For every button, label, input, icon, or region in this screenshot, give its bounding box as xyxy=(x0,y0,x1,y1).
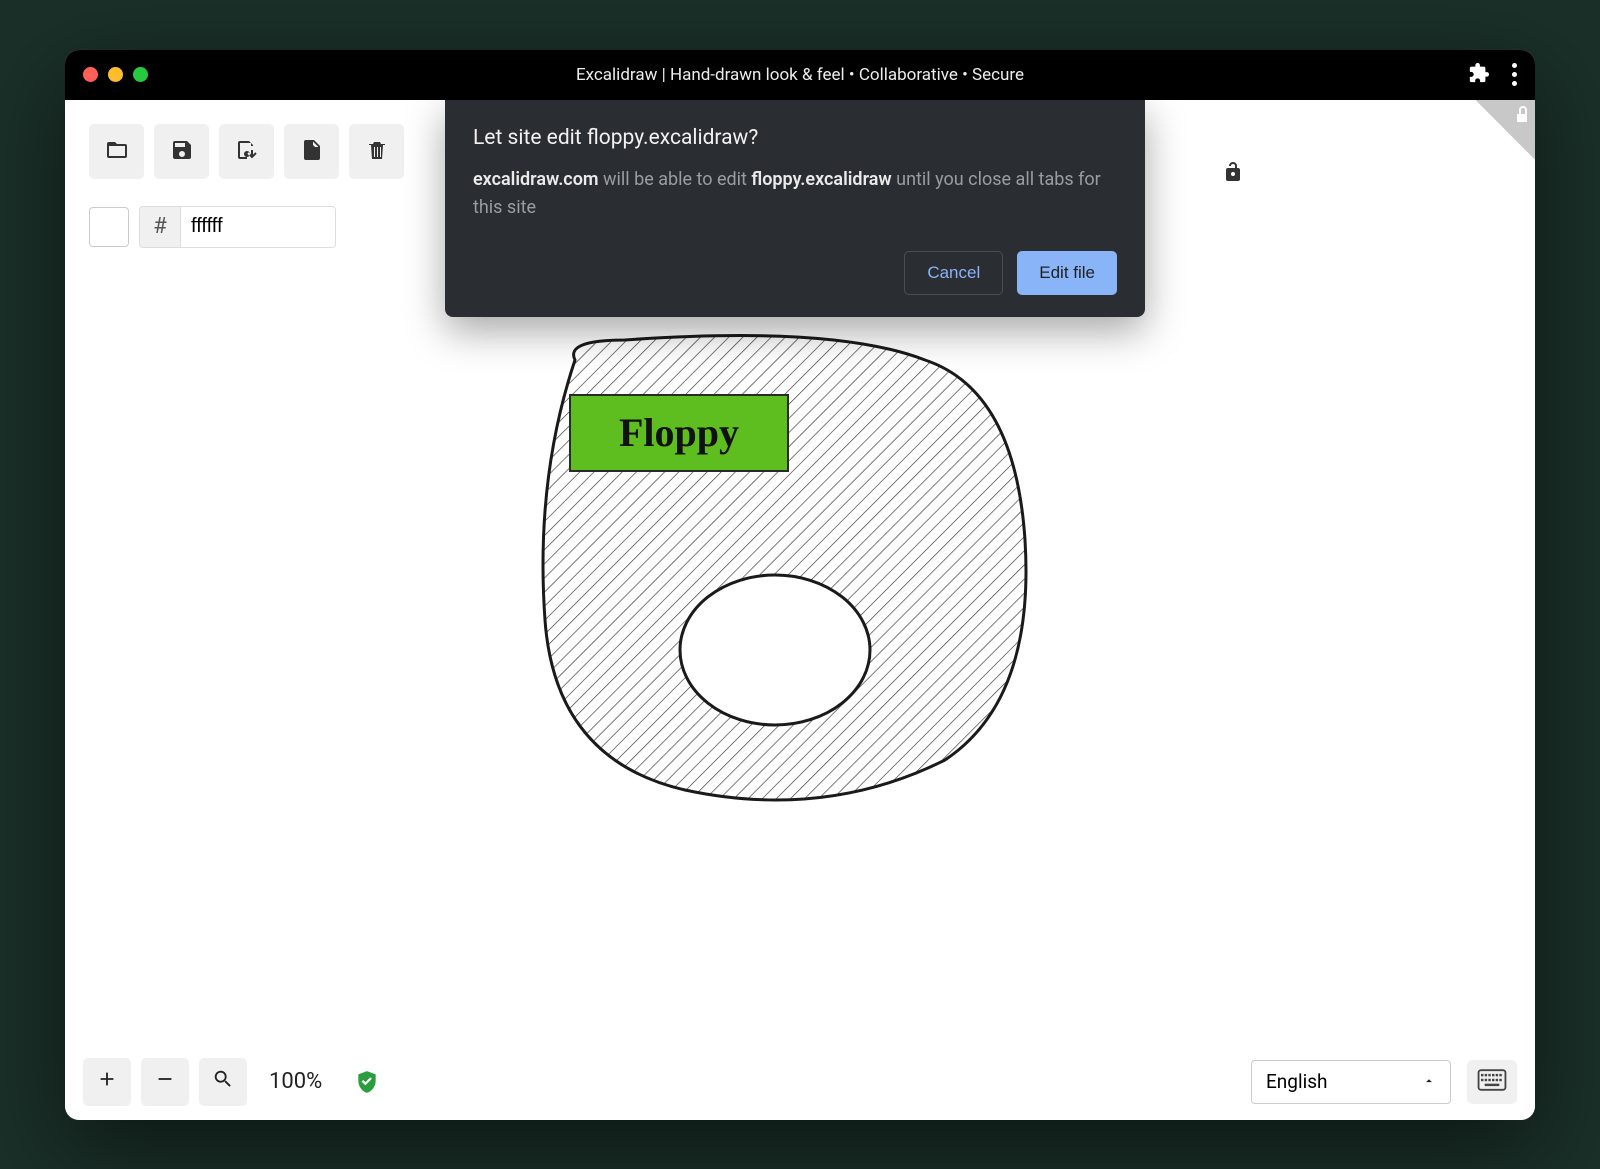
bottom-bar: 100% English xyxy=(83,1058,1517,1106)
trash-icon xyxy=(365,138,389,165)
cancel-button[interactable]: Cancel xyxy=(904,251,1003,295)
export-icon xyxy=(300,138,324,165)
edit-file-button[interactable]: Edit file xyxy=(1017,251,1117,295)
extensions-icon[interactable] xyxy=(1468,62,1490,88)
dialog-text: excalidraw.com will be able to edit flop… xyxy=(473,166,1117,224)
color-swatch[interactable] xyxy=(89,207,129,247)
canvas-drawing[interactable]: Floppy xyxy=(505,320,1065,820)
minus-icon xyxy=(154,1066,176,1097)
dialog-title: Let site edit floppy.excalidraw? xyxy=(473,126,1117,150)
zoom-out-button[interactable] xyxy=(141,1058,189,1106)
floppy-label: Floppy xyxy=(569,394,789,472)
language-select[interactable]: English xyxy=(1251,1060,1451,1104)
unlock-icon[interactable] xyxy=(1221,160,1245,188)
titlebar: Excalidraw | Hand-drawn look & feel • Co… xyxy=(65,50,1535,100)
save-as-button[interactable] xyxy=(219,124,274,179)
dialog-site: excalidraw.com xyxy=(473,169,599,190)
color-hex-input[interactable] xyxy=(181,206,336,248)
maximize-window-button[interactable] xyxy=(133,67,148,82)
hash-label: # xyxy=(139,206,181,248)
dialog-filename: floppy.excalidraw xyxy=(751,169,891,190)
save-button[interactable] xyxy=(154,124,209,179)
titlebar-right xyxy=(1468,62,1517,88)
keyboard-button[interactable] xyxy=(1467,1060,1517,1104)
reset-zoom-icon xyxy=(212,1066,234,1097)
save-icon xyxy=(170,138,194,165)
shield-icon xyxy=(354,1069,380,1095)
corner-fold-icon[interactable] xyxy=(1475,100,1535,160)
delete-button[interactable] xyxy=(349,124,404,179)
plus-icon xyxy=(96,1066,118,1097)
folder-open-icon xyxy=(105,138,129,165)
more-menu-icon[interactable] xyxy=(1512,63,1517,86)
permission-dialog: Let site edit floppy.excalidraw? excalid… xyxy=(445,100,1145,318)
keyboard-icon xyxy=(1477,1069,1507,1094)
chevron-up-icon xyxy=(1422,1070,1436,1093)
bottom-right: English xyxy=(1251,1060,1517,1104)
window-controls xyxy=(83,67,148,82)
zoom-reset-button[interactable] xyxy=(199,1058,247,1106)
zoom-level: 100% xyxy=(257,1069,334,1094)
zoom-group: 100% xyxy=(83,1058,380,1106)
language-label: English xyxy=(1266,1070,1327,1093)
export-button[interactable] xyxy=(284,124,339,179)
save-as-icon xyxy=(235,138,259,165)
window-title: Excalidraw | Hand-drawn look & feel • Co… xyxy=(576,65,1024,85)
app-body: # Flopp xyxy=(65,100,1535,1120)
dialog-actions: Cancel Edit file xyxy=(473,251,1117,295)
minimize-window-button[interactable] xyxy=(108,67,123,82)
close-window-button[interactable] xyxy=(83,67,98,82)
zoom-in-button[interactable] xyxy=(83,1058,131,1106)
color-picker-row: # xyxy=(83,200,342,254)
open-button[interactable] xyxy=(89,124,144,179)
app-window: Excalidraw | Hand-drawn look & feel • Co… xyxy=(65,50,1535,1120)
file-toolbar xyxy=(83,118,410,185)
